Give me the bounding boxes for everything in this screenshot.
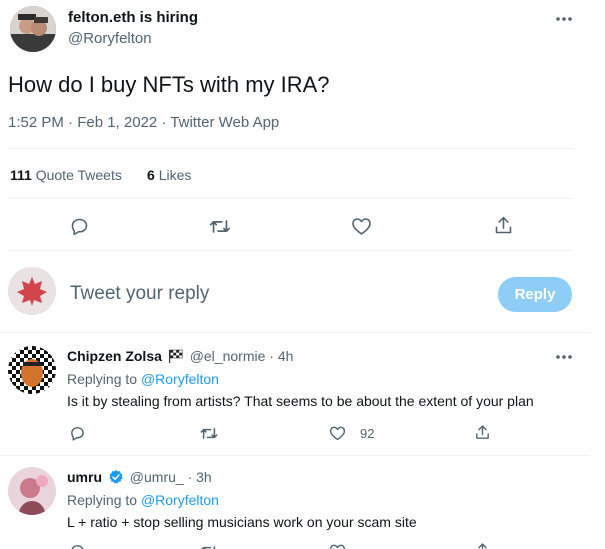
reply-input[interactable]: Tweet your reply (70, 283, 480, 305)
reply-avatar[interactable] (8, 467, 56, 515)
replying-to-link[interactable]: @Roryfelton (141, 492, 219, 508)
more-options-icon[interactable] (553, 346, 575, 368)
verified-badge-icon (108, 469, 124, 488)
retweet-icon[interactable] (199, 425, 219, 442)
tweet-text: How do I buy NFTs with my IRA? (8, 72, 330, 97)
divider (0, 332, 590, 333)
quote-count: 111 (10, 167, 32, 183)
retweet-icon[interactable] (208, 216, 232, 237)
reply-timestamp[interactable]: 3h (196, 469, 212, 485)
more-options-icon[interactable] (553, 8, 575, 30)
reply-header: Chipzen Zolsa @el_normie · 4h (67, 348, 293, 366)
separator-dot: · (187, 469, 193, 485)
like-label: Likes (158, 167, 192, 183)
reply-author-handle[interactable]: @umru_ (130, 469, 184, 485)
share-icon[interactable] (493, 215, 514, 236)
replying-to-prefix: Replying to (67, 492, 138, 508)
scrollbar-track[interactable] (590, 0, 605, 549)
author-avatar[interactable] (10, 6, 56, 52)
tweet-meta[interactable]: 1:52 PM · Feb 1, 2022 · Twitter Web App (8, 114, 279, 131)
reply-author-name[interactable]: Chipzen Zolsa (67, 348, 162, 364)
quote-tweets-stat[interactable]: 111 Quote Tweets (10, 167, 122, 183)
retweet-icon[interactable] (199, 543, 219, 549)
likes-stat[interactable]: 6 Likes (147, 167, 191, 183)
reply-icon[interactable] (69, 216, 90, 237)
divider (8, 148, 573, 149)
reply-timestamp[interactable]: 4h (278, 348, 294, 364)
divider (8, 198, 573, 199)
checkered-flag-icon (168, 349, 184, 366)
quote-label: Quote Tweets (35, 167, 122, 183)
reply-author-handle[interactable]: @el_normie (190, 348, 266, 364)
replying-to: Replying to @Roryfelton (67, 371, 219, 387)
user-avatar[interactable] (8, 267, 56, 315)
like-action[interactable]: 92 (329, 425, 374, 441)
like-icon[interactable] (351, 216, 372, 236)
divider (8, 250, 573, 251)
replying-to-prefix: Replying to (67, 371, 138, 387)
divider (0, 455, 590, 456)
like-count: 92 (360, 425, 375, 441)
reply-avatar[interactable] (8, 346, 56, 394)
reply-author-name[interactable]: umru (67, 469, 102, 485)
reply-icon[interactable] (69, 425, 86, 442)
author-name[interactable]: felton.eth is hiring (68, 9, 198, 26)
reply-icon[interactable] (69, 543, 86, 549)
like-count: 6 (147, 167, 155, 183)
reply-text: Is it by stealing from artists? That see… (67, 393, 534, 409)
like-icon (329, 425, 346, 441)
reply-button[interactable]: Reply (498, 277, 572, 312)
separator-dot: · (269, 348, 274, 364)
replying-to: Replying to @Roryfelton (67, 492, 219, 508)
replying-to-link[interactable]: @Roryfelton (141, 371, 219, 387)
author-handle[interactable]: @Roryfelton (68, 30, 152, 47)
share-icon[interactable] (474, 424, 491, 441)
like-icon[interactable] (329, 543, 346, 549)
reply-header: umru @umru_ · 3h (67, 469, 212, 488)
share-icon[interactable] (474, 542, 491, 549)
reply-text: L + ratio + stop selling musicians work … (67, 514, 417, 530)
